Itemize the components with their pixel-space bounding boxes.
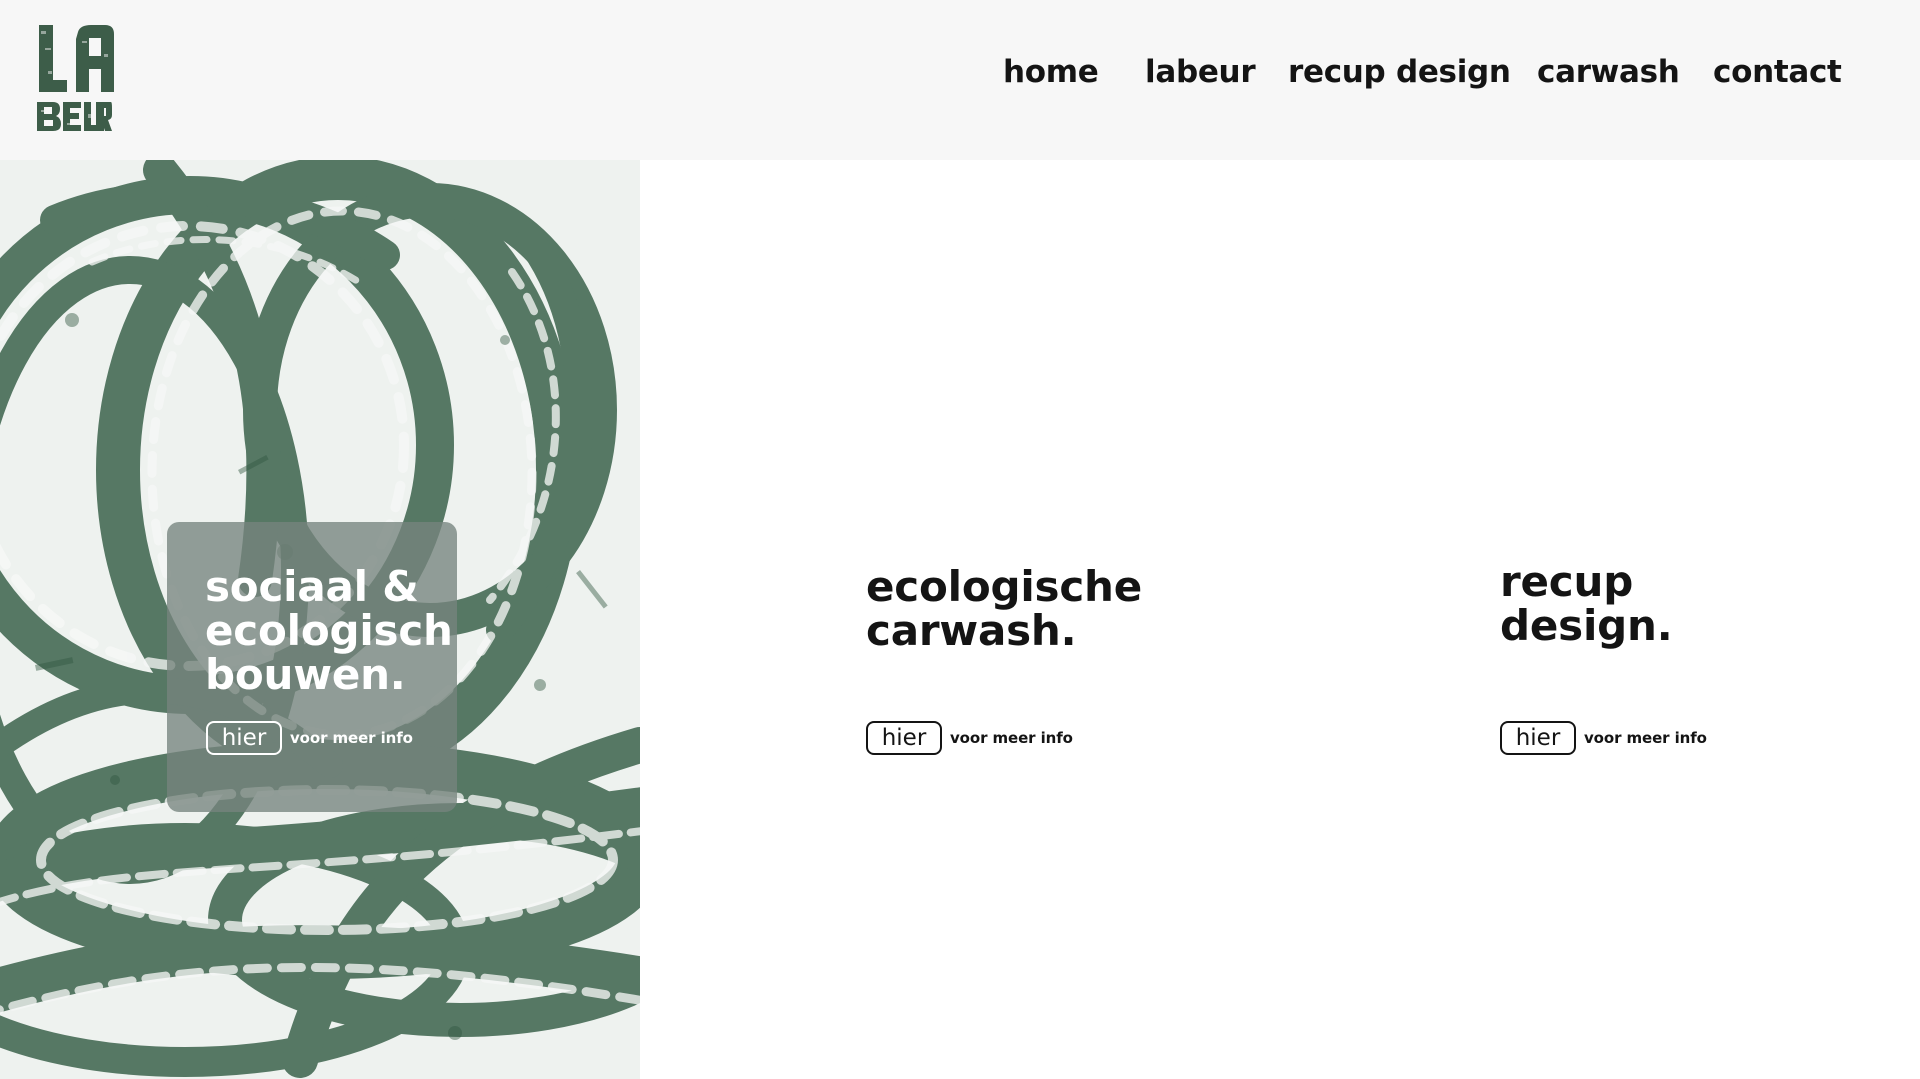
nav-contact-link[interactable]: contact [1713,49,1842,95]
nav-carwash-link[interactable]: carwash [1537,49,1680,95]
hero-hier-button[interactable]: hier [206,721,282,755]
hero-heading-line: ecologisch [205,606,453,655]
hero-heading-line: sociaal & [205,562,419,611]
recup-design-more-info: hier voor meer info [1500,721,1707,755]
hero-heading: sociaal & ecologisch bouwen. [205,565,453,697]
nav-labeur-link[interactable]: labeur [1145,49,1256,95]
recup-design-heading-line: design. [1500,601,1673,650]
recup-design-heading: recup design. [1500,557,1673,650]
recup-design-heading-line: recup [1500,557,1634,606]
carwash-heading: ecologische carwash. [866,565,1142,653]
nav-recup-design-link[interactable]: recup design [1288,49,1511,95]
carwash-more-info: hier voor meer info [866,721,1073,755]
site-header: home labeur recup design carwash contact [0,0,1920,160]
more-info-label: voor meer info [1584,729,1707,747]
main-navigation: home labeur recup design carwash contact [0,0,1920,160]
recup-design-hier-button[interactable]: hier [1500,721,1576,755]
carwash-heading-line: carwash. [866,606,1077,655]
hero-more-info: hier voor meer info [206,721,413,755]
carwash-heading-line: ecologische [866,562,1143,611]
more-info-label: voor meer info [950,729,1073,747]
nav-home-link[interactable]: home [1003,49,1099,95]
hero-heading-line: bouwen. [205,650,406,699]
more-info-label: voor meer info [290,729,413,747]
carwash-hier-button[interactable]: hier [866,721,942,755]
